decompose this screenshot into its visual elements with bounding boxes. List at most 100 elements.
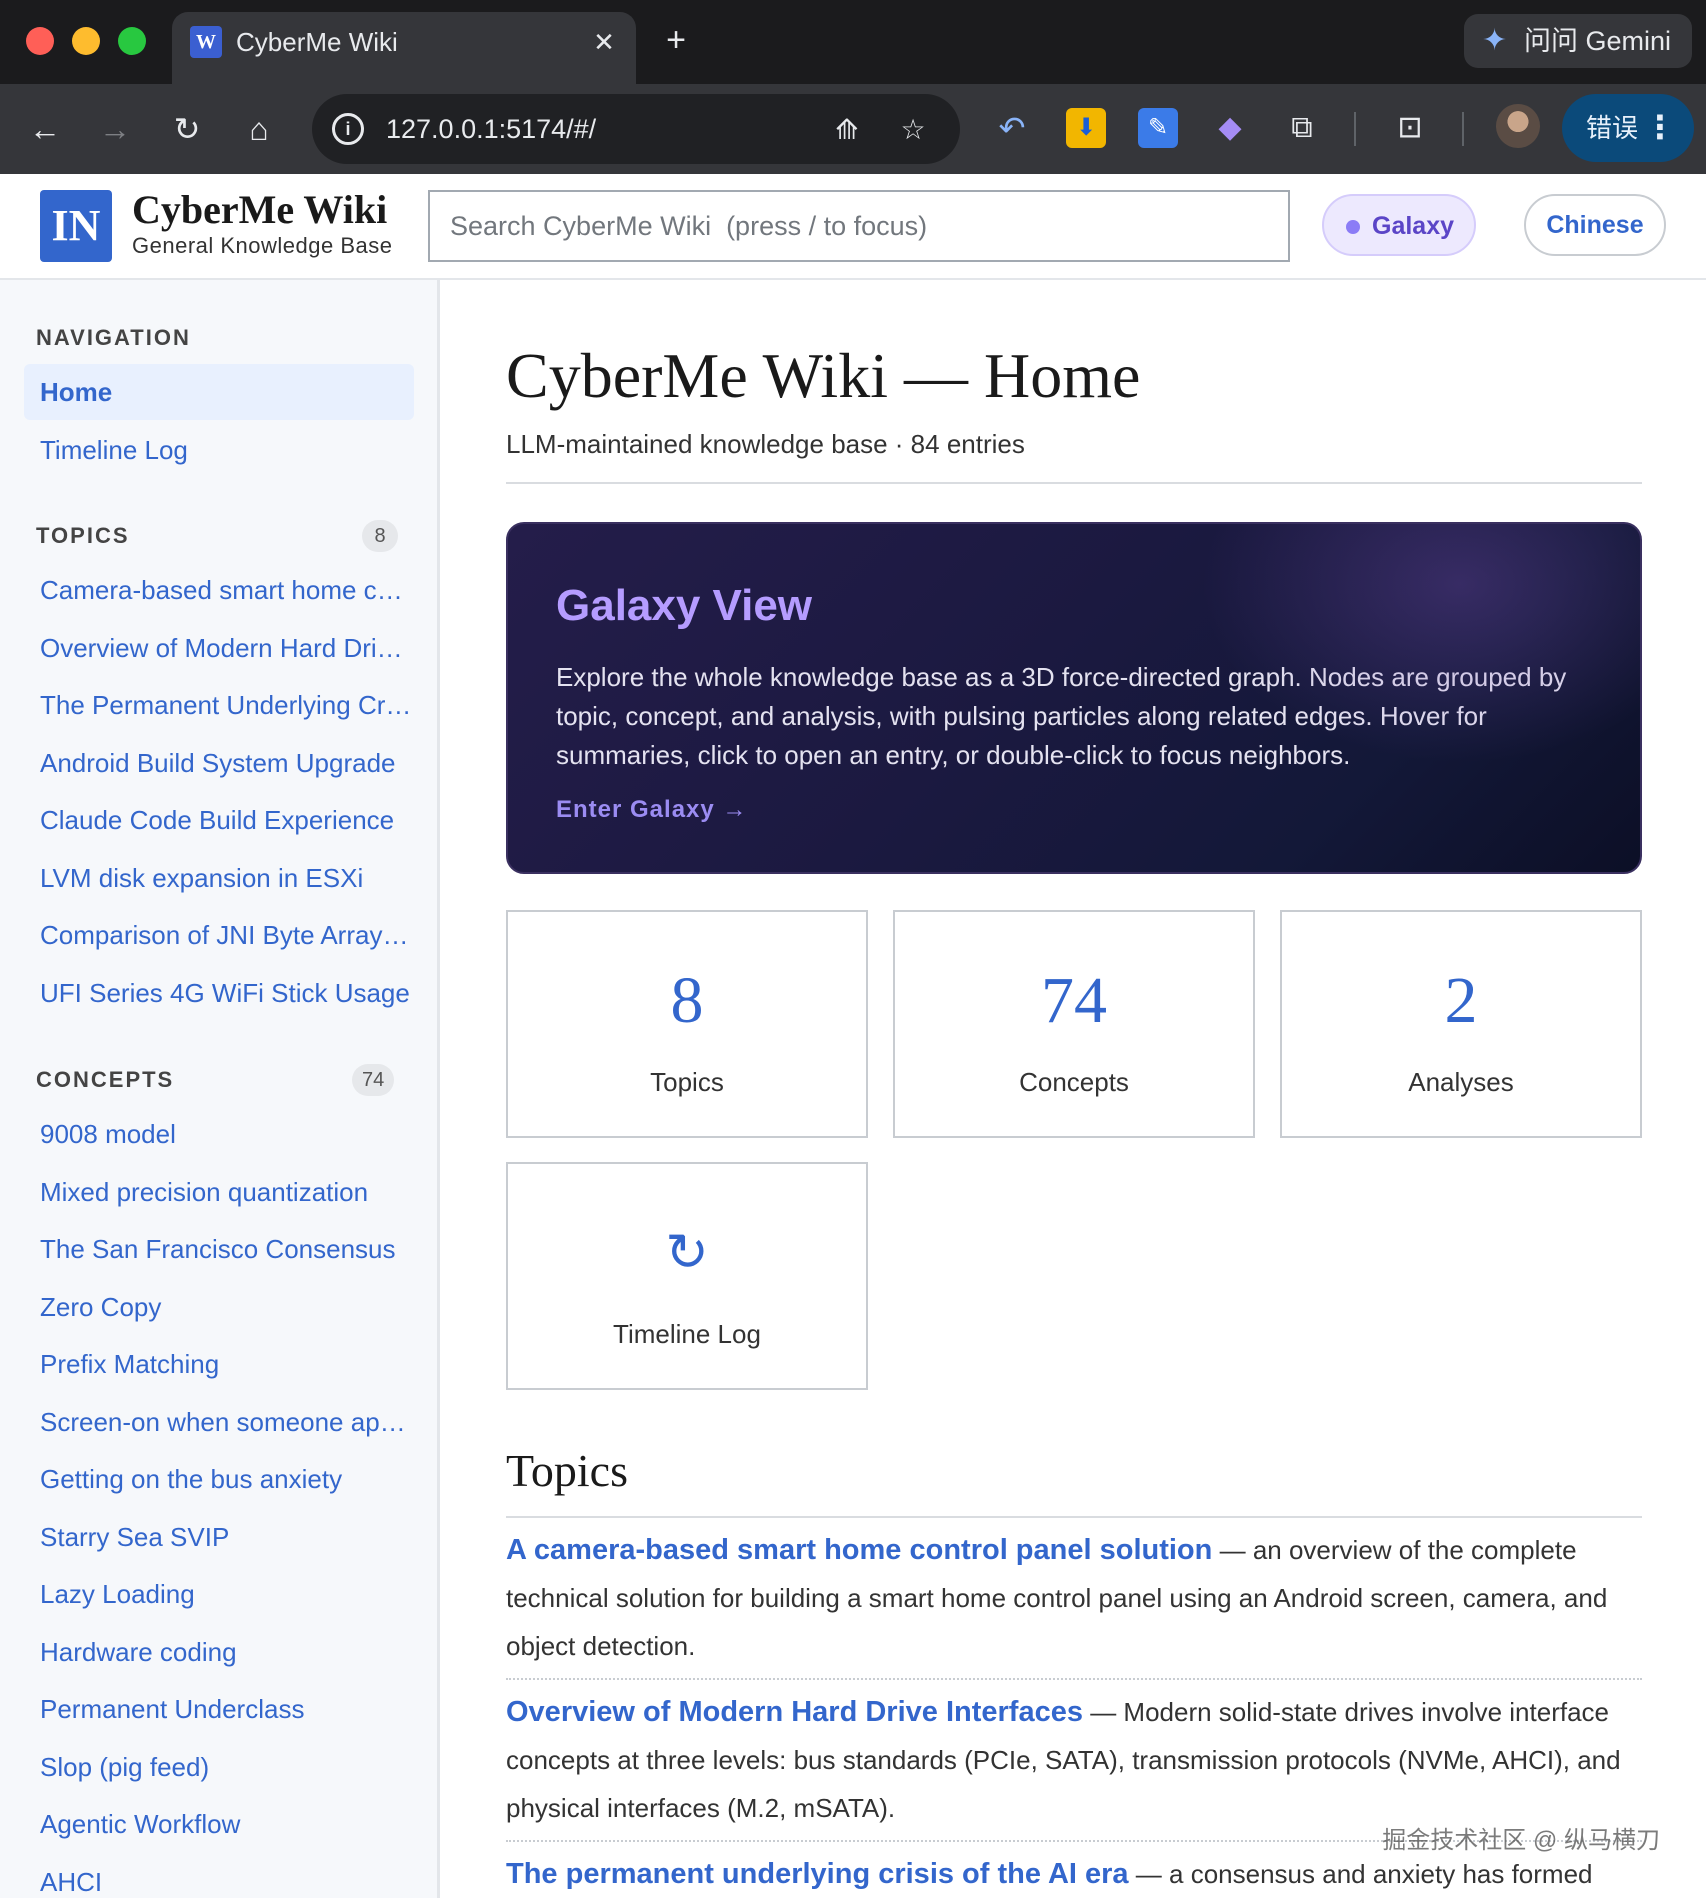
galaxy-card-description: Explore the whole knowledge base as a 3D…	[556, 662, 1567, 770]
topic-entry: Overview of Modern Hard Drive Interfaces…	[506, 1688, 1642, 1832]
bookmark-star-icon[interactable]: ☆	[894, 111, 932, 149]
error-label: 错误	[1586, 113, 1639, 143]
sidebar-concept-link[interactable]: Hardware coding	[24, 1624, 414, 1680]
forward-arrow-icon[interactable]: →	[92, 106, 138, 152]
undo-extension-icon[interactable]: ↶	[992, 108, 1032, 148]
stat-label: Topics	[650, 1067, 724, 1097]
site-info-icon[interactable]: i	[332, 113, 364, 145]
stat-card-analyses[interactable]: 2 Analyses	[1280, 910, 1642, 1138]
reload-icon[interactable]: ↻	[164, 106, 210, 152]
concepts-count-badge: 74	[352, 1064, 395, 1096]
new-tab-icon[interactable]: +	[656, 20, 696, 60]
tab-strip: W CyberMe Wiki ✕ + ✦ 问问 Gemini	[0, 0, 1706, 84]
page-subtitle: LLM-maintained knowledge base · 84 entri…	[506, 429, 1025, 459]
window-close-button[interactable]	[26, 27, 54, 55]
site-logo[interactable]: IN	[40, 190, 112, 262]
sidebar-topic-link[interactable]: Android Build System Upgrade	[24, 735, 414, 791]
topic-entry: A camera-based smart home control panel …	[506, 1526, 1642, 1670]
galaxy-view-card[interactable]: Galaxy View Explore the whole knowledge …	[506, 522, 1642, 874]
sidebar-concept-link[interactable]: 9008 model	[24, 1106, 414, 1162]
download-extension-icon[interactable]: ⬇	[1066, 108, 1106, 148]
watermark: 掘金技术社区 @ 纵马横刀	[1382, 1827, 1660, 1854]
topic-entry-link[interactable]: A camera-based smart home control panel …	[506, 1534, 1212, 1566]
sidebar-topic-link[interactable]: Camera-based smart home control panel so…	[24, 562, 414, 618]
topic-divider	[506, 1678, 1642, 1680]
sidebar-topic-link[interactable]: UFI Series 4G WiFi Stick Usage	[24, 965, 414, 1021]
tab-search-icon[interactable]: ⊡	[1390, 108, 1430, 148]
toolbar-separator	[1462, 112, 1464, 146]
browser-tab-active[interactable]: W CyberMe Wiki ✕	[172, 12, 636, 84]
topic-entry-link[interactable]: The permanent underlying crisis of the A…	[506, 1858, 1129, 1890]
home-icon[interactable]: ⌂	[236, 106, 282, 152]
sidebar-concept-link[interactable]: Slop (pig feed)	[24, 1739, 414, 1795]
sidebar: NAVIGATION Home Timeline Log TOPICS 8 Ca…	[0, 280, 440, 1898]
site-title[interactable]: CyberMe Wiki	[132, 188, 387, 232]
title-divider	[506, 482, 1642, 484]
navigation-heading: NAVIGATION	[36, 325, 191, 350]
gemini-sparkle-icon: ✦	[1482, 24, 1508, 57]
stat-label: Concepts	[1019, 1067, 1129, 1097]
galaxy-dot-icon	[1346, 220, 1360, 234]
topic-entry: The permanent underlying crisis of the A…	[506, 1850, 1642, 1898]
search-input[interactable]	[428, 190, 1290, 262]
sidebar-concept-link[interactable]: Agentic Workflow	[24, 1796, 414, 1852]
sidebar-topic-link[interactable]: Claude Code Build Experience	[24, 792, 414, 848]
sidebar-concept-link[interactable]: Prefix Matching	[24, 1336, 414, 1392]
address-url[interactable]: 127.0.0.1:5174/#/	[386, 113, 596, 145]
wiki-favicon-icon: W	[190, 26, 222, 58]
tab-title: CyberMe Wiki	[236, 27, 398, 57]
stat-card-concepts[interactable]: 74 Concepts	[893, 910, 1255, 1138]
profile-avatar[interactable]	[1496, 104, 1540, 148]
back-arrow-icon[interactable]: ←	[22, 106, 68, 152]
ask-gemini-button[interactable]: ✦ 问问 Gemini	[1464, 14, 1692, 68]
stat-card-timeline-log[interactable]: ↻ Timeline Log	[506, 1162, 868, 1390]
sidebar-topic-link[interactable]: The Permanent Underlying Crisis of the A…	[24, 677, 414, 733]
sidebar-concept-link[interactable]: Mixed precision quantization	[24, 1164, 414, 1220]
puzzle-extensions-icon[interactable]: ⧉	[1282, 108, 1322, 148]
sidebar-concept-link[interactable]: Lazy Loading	[24, 1566, 414, 1622]
stat-number: 74	[1041, 964, 1107, 1037]
stat-number: 2	[1444, 964, 1478, 1037]
window-minimize-button[interactable]	[72, 27, 100, 55]
kebab-menu-icon[interactable]: ⋮	[1644, 108, 1676, 146]
stat-label: Analyses	[1408, 1067, 1514, 1097]
stat-number: 8	[670, 964, 704, 1037]
sidebar-topic-link[interactable]: Comparison of JNI Byte Array Passing	[24, 907, 414, 963]
sidebar-item-home[interactable]: Home	[24, 364, 414, 420]
screenshot-extension-icon[interactable]: ✎	[1138, 108, 1178, 148]
sidebar-concept-link[interactable]: Getting on the bus anxiety	[24, 1451, 414, 1507]
site-header: IN CyberMe Wiki General Knowledge Base G…	[0, 174, 1706, 280]
purple-extension-icon[interactable]: ◆	[1210, 108, 1250, 148]
sidebar-concept-link[interactable]: Screen-on when someone approaches	[24, 1394, 414, 1450]
galaxy-button[interactable]: Galaxy	[1322, 194, 1476, 256]
galaxy-button-label: Galaxy	[1372, 212, 1455, 240]
galaxy-card-title: Galaxy View	[556, 581, 813, 630]
topics-heading: TOPICS	[36, 523, 130, 548]
sidebar-concept-link[interactable]: Zero Copy	[24, 1279, 414, 1335]
window-zoom-button[interactable]	[118, 27, 146, 55]
sidebar-concept-link[interactable]: AHCI	[24, 1854, 414, 1898]
sidebar-topic-link[interactable]: LVM disk expansion in ESXi	[24, 850, 414, 906]
sidebar-concept-link[interactable]: Permanent Underclass	[24, 1681, 414, 1737]
topics-count-badge: 8	[362, 520, 398, 552]
enter-galaxy-link[interactable]: Enter Galaxy →	[556, 794, 747, 826]
toolbar-separator	[1354, 112, 1356, 146]
sidebar-topic-link[interactable]: Overview of Modern Hard Drive Interfaces	[24, 620, 414, 676]
error-status-button[interactable]: 错误 ⋮	[1562, 94, 1694, 162]
address-bar[interactable]: i 127.0.0.1:5174/#/ ⟰ ☆	[312, 94, 960, 164]
translate-icon[interactable]: ⟰	[828, 111, 866, 149]
page-title: CyberMe Wiki — Home	[506, 340, 1141, 411]
stat-label: Timeline Log	[613, 1319, 761, 1349]
sidebar-item-timeline-log[interactable]: Timeline Log	[24, 422, 414, 478]
site-tagline: General Knowledge Base	[132, 233, 393, 258]
browser-chrome: W CyberMe Wiki ✕ + ✦ 问问 Gemini ← → ↻ ⌂ i…	[0, 0, 1706, 174]
tab-close-icon[interactable]: ✕	[586, 24, 622, 60]
sidebar-concept-link[interactable]: The San Francisco Consensus	[24, 1221, 414, 1277]
refresh-icon: ↻	[665, 1223, 709, 1283]
topic-entry-link[interactable]: Overview of Modern Hard Drive Interfaces	[506, 1696, 1083, 1728]
topic-entry-summary: — a consensus and anxiety has formed	[1128, 1859, 1593, 1889]
language-toggle-button[interactable]: Chinese	[1524, 194, 1666, 256]
stat-card-topics[interactable]: 8 Topics	[506, 910, 868, 1138]
topics-section-title: Topics	[506, 1445, 628, 1496]
sidebar-concept-link[interactable]: Starry Sea SVIP	[24, 1509, 414, 1565]
